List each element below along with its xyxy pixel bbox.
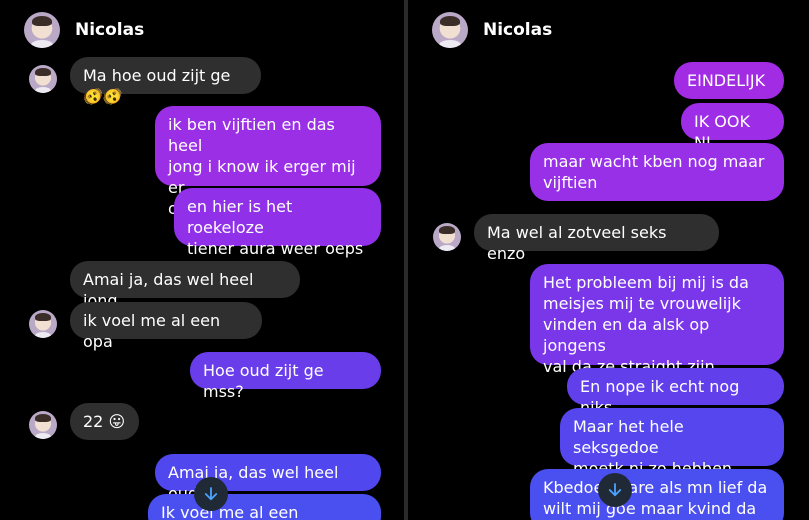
outgoing-message[interactable]: ik ben vijftien en das heel jong i know … [155,106,381,218]
scroll-to-bottom-button[interactable] [194,477,228,511]
arrow-down-icon [204,487,218,501]
message-avatar[interactable] [433,223,461,251]
outgoing-message[interactable]: IK OOK NI [681,103,784,152]
outgoing-message[interactable]: Maar het hele seksgedoe moetk ni zo hebb… [560,408,784,478]
message-avatar[interactable] [29,65,57,93]
scroll-to-bottom-button[interactable] [598,473,632,507]
outgoing-message[interactable]: maar wacht kben nog maar vijftien [530,143,784,201]
incoming-message[interactable]: 22 😛 [70,403,139,440]
outgoing-message[interactable]: Ik voel me al een kleinkind [148,494,381,520]
contact-name[interactable]: Nicolas [483,20,552,40]
incoming-message[interactable]: Amai ja, das wel heel jong [70,261,300,310]
message-avatar[interactable] [29,310,57,338]
outgoing-message[interactable]: En nope ik echt nog niks [567,368,784,417]
conversation-right: Nicolas EINDELIJK IK OOK NI maar wacht k… [408,0,809,520]
outgoing-message[interactable]: Hoe oud zijt ge mss? [190,352,381,401]
contact-avatar[interactable] [24,12,60,48]
incoming-message[interactable]: Ma wel al zotveel seks enzo [474,214,719,263]
contact-name[interactable]: Nicolas [75,20,144,40]
incoming-message[interactable]: Ma hoe oud zijt ge 🫨🫨 [70,57,261,106]
outgoing-message[interactable]: EINDELIJK [674,62,784,99]
chat-header[interactable]: Nicolas [24,12,144,48]
chat-header[interactable]: Nicolas [432,12,552,48]
outgoing-message[interactable]: Kbedoel mare als mn lief da wilt mij goe… [530,469,784,520]
arrow-down-icon [608,483,622,497]
outgoing-message[interactable]: en hier is het roekeloze tiener aura wee… [174,188,381,258]
contact-avatar[interactable] [432,12,468,48]
conversation-left: Nicolas Ma hoe oud zijt ge 🫨🫨 ik ben vij… [0,0,404,520]
outgoing-message[interactable]: Het probleem bij mij is da meisjes mij t… [530,264,784,376]
outgoing-message[interactable]: Amai ja, das wel heel oud [155,454,381,503]
incoming-message[interactable]: ik voel me al een opa [70,302,262,351]
message-avatar[interactable] [29,411,57,439]
